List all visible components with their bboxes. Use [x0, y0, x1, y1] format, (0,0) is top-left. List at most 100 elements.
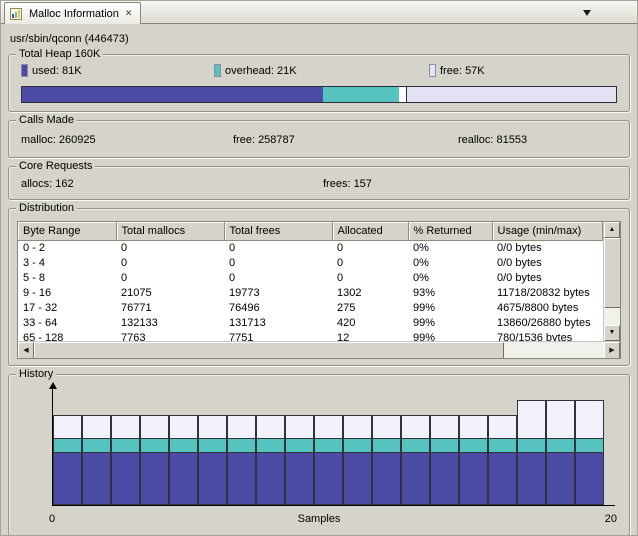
horizontal-scroll-thumb[interactable]: [34, 342, 504, 359]
table-cell: 0/0 bytes: [492, 270, 603, 285]
history-bar: [169, 415, 198, 505]
column-header-byte-range[interactable]: Byte Range: [18, 222, 116, 240]
x-axis: [52, 505, 615, 506]
history-segment-overhead: [401, 438, 430, 452]
history-bar: [140, 415, 169, 505]
history-bars: [53, 393, 613, 505]
history-bar: [575, 400, 604, 505]
table-cell: 93%: [408, 285, 492, 300]
history-title: History: [16, 368, 56, 381]
history-bar: [285, 415, 314, 505]
table-row[interactable]: 9 - 162107519773130293%11718/20832 bytes: [18, 285, 603, 300]
tab-malloc-information[interactable]: Malloc Information ✕: [4, 2, 141, 24]
history-segment-overhead: [227, 438, 256, 452]
x-axis-max-label: 20: [605, 513, 617, 525]
history-segment-used: [198, 452, 227, 505]
history-segment-free: [517, 400, 546, 438]
distribution-table-viewport: Byte Range Total mallocs Total frees All…: [18, 222, 620, 341]
table-row[interactable]: 65 - 128776377511299%780/1536 bytes: [18, 330, 603, 341]
total-heap-group: Total Heap 160K used: 81K overhead: 21K …: [8, 54, 630, 112]
history-segment-overhead: [459, 438, 488, 452]
history-segment-used: [343, 452, 372, 505]
history-segment-free: [53, 415, 82, 438]
table-cell: 0: [224, 255, 332, 270]
used-legend-swatch: [21, 64, 28, 77]
scroll-up-icon[interactable]: ▲: [604, 222, 620, 238]
column-header-allocated[interactable]: Allocated: [332, 222, 408, 240]
history-segment-free: [111, 415, 140, 438]
table-cell: 65 - 128: [18, 330, 116, 341]
history-bar: [459, 415, 488, 505]
history-bar: [82, 415, 111, 505]
history-segment-overhead: [285, 438, 314, 452]
y-axis-arrow-icon: [49, 382, 57, 389]
distribution-table: Byte Range Total mallocs Total frees All…: [17, 221, 621, 359]
table-cell: 4675/8800 bytes: [492, 300, 603, 315]
history-segment-overhead: [517, 438, 546, 452]
table-cell: 0: [332, 270, 408, 285]
x-axis-min-label: 0: [49, 513, 55, 525]
vertical-scroll-thumb[interactable]: [604, 238, 620, 308]
history-segment-overhead: [82, 438, 111, 452]
history-segment-used: [169, 452, 198, 505]
table-cell: 99%: [408, 300, 492, 315]
history-segment-used: [82, 452, 111, 505]
history-segment-free: [285, 415, 314, 438]
table-cell: 99%: [408, 315, 492, 330]
history-segment-free: [140, 415, 169, 438]
close-icon[interactable]: ✕: [124, 8, 134, 19]
column-header-pct-returned[interactable]: % Returned: [408, 222, 492, 240]
table-cell: 3 - 4: [18, 255, 116, 270]
table-cell: 11718/20832 bytes: [492, 285, 603, 300]
calls-made-title: Calls Made: [16, 114, 77, 127]
history-segment-used: [459, 452, 488, 505]
history-segment-overhead: [169, 438, 198, 452]
table-row[interactable]: 17 - 32767717649627599%4675/8800 bytes: [18, 300, 603, 315]
legend-item-used: used: 81K: [21, 64, 82, 77]
realloc-count: realloc: 81553: [458, 134, 527, 146]
overhead-legend-swatch: [214, 64, 221, 77]
calls-made-group: Calls Made malloc: 260925 free: 258787 r…: [8, 120, 630, 158]
table-cell: 76771: [116, 300, 224, 315]
column-header-total-frees[interactable]: Total frees: [224, 222, 332, 240]
table-row[interactable]: 0 - 20000%0/0 bytes: [18, 240, 603, 255]
history-segment-free: [82, 415, 111, 438]
table-row[interactable]: 5 - 80000%0/0 bytes: [18, 270, 603, 285]
history-segment-used: [314, 452, 343, 505]
table-cell: 0: [116, 255, 224, 270]
history-bar: [198, 415, 227, 505]
column-header-usage[interactable]: Usage (min/max): [492, 222, 603, 240]
heap-segment-gap: [399, 87, 407, 102]
column-header-total-mallocs[interactable]: Total mallocs: [116, 222, 224, 240]
scroll-down-icon[interactable]: ▼: [604, 325, 620, 341]
table-row[interactable]: 33 - 6413213313171342099%13860/26880 byt…: [18, 315, 603, 330]
scroll-left-icon[interactable]: ◀: [18, 342, 34, 359]
legend-item-overhead: overhead: 21K: [214, 64, 297, 77]
table-row[interactable]: 3 - 40000%0/0 bytes: [18, 255, 603, 270]
heap-segment-overhead: [323, 87, 400, 102]
overhead-legend-label: overhead: 21K: [225, 65, 297, 77]
history-bar: [546, 400, 575, 505]
table-cell: 13860/26880 bytes: [492, 315, 603, 330]
view-tab-bar: Malloc Information ✕: [1, 1, 637, 24]
history-segment-free: [227, 415, 256, 438]
vertical-scroll-track[interactable]: [604, 308, 620, 325]
table-cell: 21075: [116, 285, 224, 300]
table-cell: 12: [332, 330, 408, 341]
table-cell: 0: [332, 255, 408, 270]
horizontal-scrollbar[interactable]: ◀ ▶: [18, 341, 620, 358]
allocs-count: allocs: 162: [21, 178, 74, 190]
history-bar: [343, 415, 372, 505]
table-cell: 275: [332, 300, 408, 315]
history-segment-overhead: [575, 438, 604, 452]
table-cell: 420: [332, 315, 408, 330]
history-bar: [488, 415, 517, 505]
history-segment-used: [575, 452, 604, 505]
history-segment-free: [401, 415, 430, 438]
view-menu-chevron-icon[interactable]: [583, 10, 591, 16]
vertical-scrollbar[interactable]: ▲ ▼: [603, 222, 620, 341]
core-requests-title: Core Requests: [16, 160, 95, 173]
scroll-right-icon[interactable]: ▶: [604, 342, 620, 359]
free-count: free: 258787: [233, 134, 295, 146]
table-cell: 131713: [224, 315, 332, 330]
